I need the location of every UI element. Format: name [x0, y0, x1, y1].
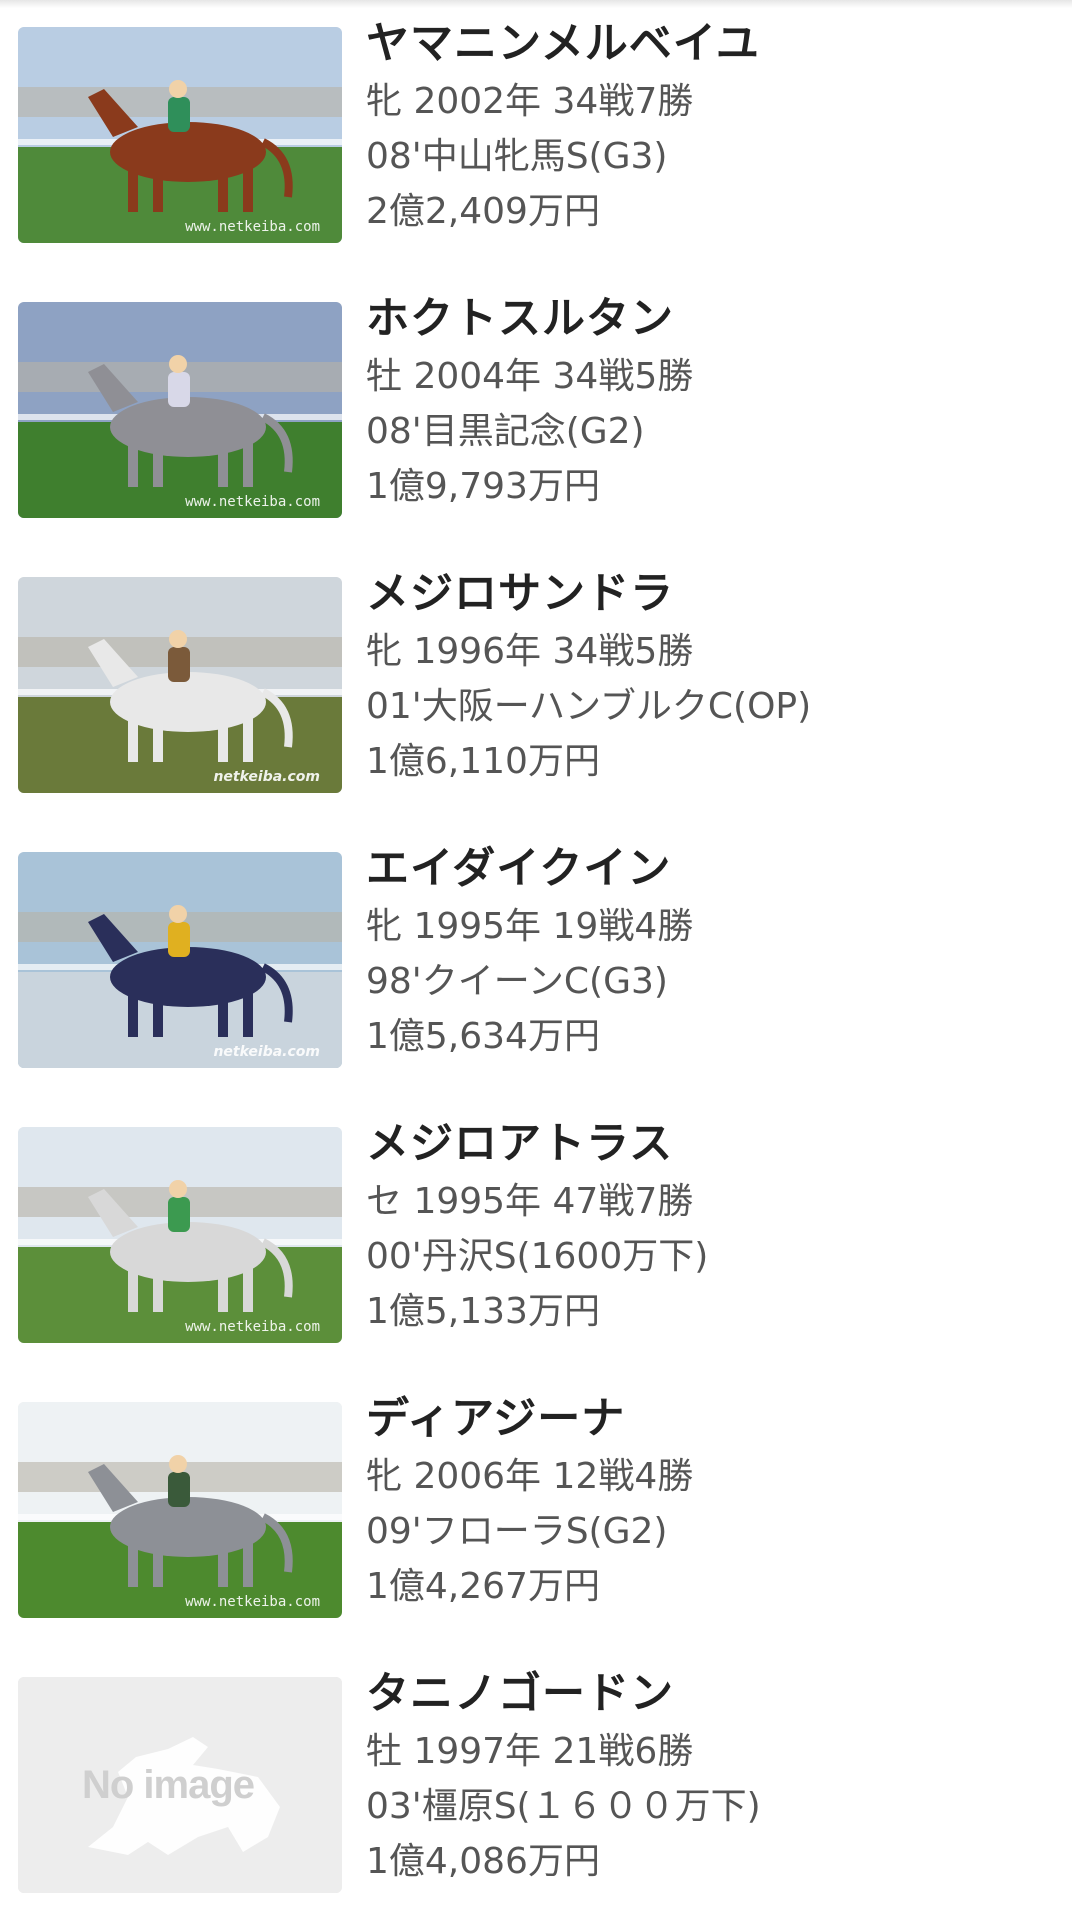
- horse-name[interactable]: エイダイクイン: [366, 843, 1056, 899]
- horse-info: メジロサンドラ牝 1996年 34戦5勝 01'大阪ーハンブルクC(OP) 1億6,…: [366, 568, 1056, 789]
- no-image-horse-thumbnail[interactable]: No image: [18, 1677, 342, 1893]
- horse-profile: 牝 2002年 34戦7勝: [366, 81, 694, 122]
- standing-horse-photo-thumbnail[interactable]: www.netkeiba.com: [18, 1402, 342, 1618]
- racehorse-photo-icon: [18, 27, 342, 243]
- horse-profile: 牡 1997年 21戦6勝: [366, 1731, 694, 1772]
- racehorse-photo-thumbnail[interactable]: www.netkeiba.com: [18, 27, 342, 243]
- horse-major-win: 98'クイーンC(G3): [366, 961, 668, 1002]
- horse-earnings: 1億4,267万円: [366, 1566, 600, 1607]
- horse-major-win: 01'大阪ーハンブルクC(OP): [366, 686, 812, 727]
- horse-info: ホクトスルタン牡 2004年 34戦5勝 08'目黒記念(G2) 1億9,793万円: [366, 293, 1056, 514]
- no-image-label: No image: [82, 1763, 255, 1807]
- horse-major-win: 03'橿原S(１６００万下): [366, 1786, 761, 1827]
- horse-profile: 牝 2006年 12戦4勝: [366, 1456, 694, 1497]
- horse-name[interactable]: タニノゴードン: [366, 1668, 1056, 1724]
- horse-list-item[interactable]: netkeiba.com エイダイクイン牝 1995年 19戦4勝 98'クイーンC…: [0, 825, 1072, 1095]
- horse-name[interactable]: ヤマニンメルベイユ: [366, 18, 1056, 74]
- paddock-photo-thumbnail[interactable]: www.netkeiba.com: [18, 302, 342, 518]
- paddock-photo-icon: [18, 302, 342, 518]
- image-watermark: netkeiba.com: [213, 1044, 320, 1060]
- horse-profile: セ 1995年 47戦7勝: [366, 1181, 694, 1222]
- horse-name[interactable]: ホクトスルタン: [366, 293, 1056, 349]
- horse-list-item[interactable]: www.netkeiba.com ディアジーナ牝 2006年 12戦4勝 09'フロ…: [0, 1375, 1072, 1645]
- horse-name[interactable]: ディアジーナ: [366, 1393, 1056, 1449]
- horse-earnings: 1億5,133万円: [366, 1291, 600, 1332]
- image-watermark: www.netkeiba.com: [185, 1594, 320, 1610]
- image-watermark: www.netkeiba.com: [185, 494, 320, 510]
- horse-info: ディアジーナ牝 2006年 12戦4勝 09'フローラS(G2) 1億4,267万円: [366, 1393, 1056, 1614]
- horse-name[interactable]: メジロサンドラ: [366, 568, 1056, 624]
- race-pack-photo-icon: [18, 1127, 342, 1343]
- horse-profile: 牝 1995年 19戦4勝: [366, 906, 694, 947]
- horse-info: タニノゴードン牡 1997年 21戦6勝 03'橿原S(１６００万下) 1億4,08…: [366, 1668, 1056, 1889]
- horse-major-win: 00'丹沢S(1600万下): [366, 1236, 709, 1277]
- horse-info: ヤマニンメルベイユ牝 2002年 34戦7勝 08'中山牝馬S(G3) 2億2,40…: [366, 18, 1056, 239]
- image-watermark: netkeiba.com: [213, 769, 320, 785]
- grazing-horse-photo-icon: [18, 577, 342, 793]
- horse-earnings: 2億2,409万円: [366, 191, 600, 232]
- horse-name[interactable]: メジロアトラス: [366, 1118, 1056, 1174]
- horse-list-item[interactable]: www.netkeiba.com ホクトスルタン牡 2004年 34戦5勝 08'目…: [0, 275, 1072, 545]
- horse-profile: 牡 2004年 34戦5勝: [366, 356, 694, 397]
- standing-horse-photo-icon: [18, 1402, 342, 1618]
- no-image-horse-icon: No image: [18, 1677, 342, 1893]
- horse-major-win: 08'目黒記念(G2): [366, 411, 645, 452]
- horse-major-win: 09'フローラS(G2): [366, 1511, 668, 1552]
- racehorse-photo-icon: [18, 852, 342, 1068]
- horse-list-item[interactable]: www.netkeiba.com ヤマニンメルベイユ牝 2002年 34戦7勝 08…: [0, 0, 1072, 270]
- horse-list-item[interactable]: netkeiba.com メジロサンドラ牝 1996年 34戦5勝 01'大阪ーハン…: [0, 550, 1072, 820]
- racehorse-photo-thumbnail[interactable]: netkeiba.com: [18, 852, 342, 1068]
- horse-earnings: 1億5,634万円: [366, 1016, 600, 1057]
- horse-info: メジロアトラスセ 1995年 47戦7勝 00'丹沢S(1600万下) 1億5,13…: [366, 1118, 1056, 1339]
- horse-major-win: 08'中山牝馬S(G3): [366, 136, 668, 177]
- grazing-horse-photo-thumbnail[interactable]: netkeiba.com: [18, 577, 342, 793]
- horse-list-item[interactable]: No image タニノゴードン牡 1997年 21戦6勝 03'橿原S(１６００万…: [0, 1650, 1072, 1920]
- horse-list-item[interactable]: www.netkeiba.com メジロアトラスセ 1995年 47戦7勝 00'丹…: [0, 1100, 1072, 1370]
- horse-profile: 牝 1996年 34戦5勝: [366, 631, 694, 672]
- image-watermark: www.netkeiba.com: [185, 1319, 320, 1335]
- image-watermark: www.netkeiba.com: [185, 219, 320, 235]
- horse-earnings: 1億4,086万円: [366, 1841, 600, 1882]
- horse-info: エイダイクイン牝 1995年 19戦4勝 98'クイーンC(G3) 1億5,634万…: [366, 843, 1056, 1064]
- horse-earnings: 1億9,793万円: [366, 466, 600, 507]
- horse-earnings: 1億6,110万円: [366, 741, 600, 782]
- race-pack-photo-thumbnail[interactable]: www.netkeiba.com: [18, 1127, 342, 1343]
